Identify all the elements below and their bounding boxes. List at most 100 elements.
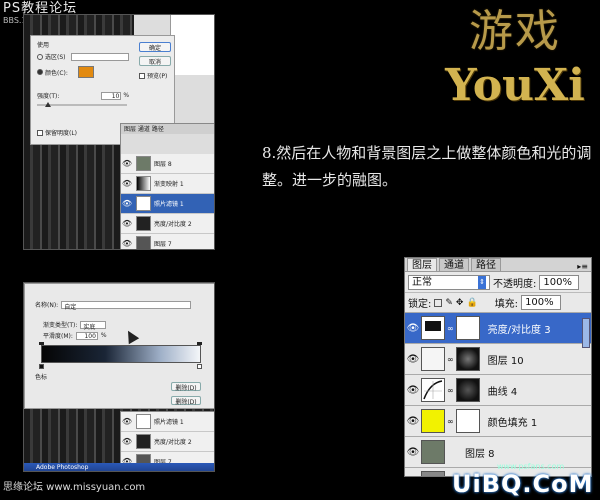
layer-row[interactable]: 👁 亮度/对比度 2 — [121, 432, 214, 452]
taskbar[interactable]: Adobe Photoshop — [24, 463, 214, 471]
filter-option[interactable]: 选区(S) — [37, 52, 129, 61]
panel-menu-icon[interactable]: ▸≡ — [577, 262, 591, 271]
smooth-unit: % — [100, 332, 107, 339]
smooth-input[interactable]: 100 — [75, 331, 98, 340]
lock-all-icon[interactable]: 🔒 — [466, 298, 477, 308]
fill-label: 填充: — [494, 299, 519, 310]
color-option[interactable]: 颜色(C): — [37, 66, 94, 78]
use-group-label: 使用 — [37, 42, 50, 49]
keep-lum-checkbox[interactable] — [37, 129, 43, 136]
layer-row[interactable]: 👁 渐变映射 1 — [121, 174, 214, 194]
filter-select[interactable] — [70, 52, 129, 61]
link-icon[interactable]: ∞ — [447, 386, 454, 395]
adjustment-thumb-icon — [421, 316, 445, 340]
color-option-label: 颜色(C): — [45, 69, 68, 77]
layer-mask-thumb[interactable] — [455, 409, 480, 433]
layers-panel: 图层 通道 路径 ▸≡ 正常 ⇕ 不透明度: 100% 锁定: ✎ ✥ 🔒 填充:… — [404, 257, 592, 477]
color-swatch[interactable] — [77, 66, 94, 78]
youxi-logo: 游戏 YouXi — [430, 6, 600, 126]
tab-layers[interactable]: 图层 — [407, 258, 437, 271]
layer-row[interactable]: 👁 图层 8 — [121, 154, 214, 174]
opacity-input[interactable]: 100% — [539, 274, 580, 290]
eye-icon[interactable]: 👁 — [405, 416, 421, 427]
layer-thumb — [136, 236, 151, 249]
layer-row[interactable]: 👁 ∞ 曲线 4 — [405, 374, 591, 405]
eye-icon[interactable]: 👁 — [405, 447, 421, 458]
color-radio[interactable] — [37, 69, 43, 75]
eye-icon[interactable]: 👁 — [121, 198, 133, 210]
delete-button[interactable]: 删除(D) — [171, 382, 201, 392]
keep-lum-option[interactable]: 保留明度(L) — [37, 128, 77, 137]
slider-handle[interactable] — [45, 102, 51, 107]
strength-input[interactable]: 10 — [101, 91, 122, 100]
eye-icon[interactable]: 👁 — [121, 238, 133, 250]
type-select[interactable]: 实底 — [80, 320, 107, 331]
strength-row: 强度(T): 10 % — [37, 91, 129, 100]
step-instruction: 8.然后在人物和背景图层之上做整体颜色和光的调整。进一步的融图。 — [262, 144, 592, 189]
link-icon[interactable]: ∞ — [447, 324, 454, 333]
eye-icon[interactable]: 👁 — [405, 354, 421, 365]
layer-thumb — [421, 471, 445, 476]
layer-mask-thumb[interactable] — [455, 378, 480, 402]
color-stop-left[interactable] — [39, 364, 44, 369]
lock-paint-icon[interactable]: ✎ — [445, 298, 453, 308]
layer-row[interactable]: 👁 照片滤镜 1 — [121, 194, 214, 214]
strength-unit: % — [123, 92, 130, 99]
layer-name: 渐变映射 1 — [154, 181, 184, 188]
lock-transparent-icon[interactable] — [434, 298, 443, 307]
eye-icon[interactable]: 👁 — [121, 178, 133, 190]
ok-button[interactable]: 确定 — [139, 42, 171, 52]
scrollbar-thumb[interactable] — [582, 318, 590, 348]
eye-icon[interactable]: 👁 — [405, 385, 421, 396]
preview-checkbox[interactable] — [139, 72, 145, 79]
layer-row[interactable]: 👁 ∞ 图层 10 — [405, 343, 591, 374]
eye-icon[interactable]: 👁 — [121, 158, 133, 170]
cursor-icon — [122, 327, 140, 345]
blend-mode-select[interactable]: 正常 ⇕ — [408, 274, 490, 290]
layer-name: 亮度/对比度 2 — [154, 439, 192, 446]
filter-radio[interactable] — [37, 53, 43, 60]
layer-name: 图层 8 — [465, 448, 495, 460]
layer-row[interactable]: 👁 亮度/对比度 2 — [121, 214, 214, 234]
tab-paths[interactable]: 路径 — [471, 258, 501, 271]
layer-thumb — [136, 216, 151, 231]
opacity-stop-right[interactable] — [197, 342, 202, 345]
layer-row[interactable]: 👁 照片滤镜 1 — [121, 412, 214, 432]
layer-row[interactable]: 👁 ∞ 颜色填充 1 — [405, 405, 591, 436]
swatches-panel — [170, 15, 214, 75]
gradient-bar[interactable] — [41, 345, 201, 363]
layer-row[interactable]: 👁 图层 7 — [121, 234, 214, 250]
layer-mask-thumb[interactable] — [455, 316, 480, 340]
opacity-stop-left[interactable] — [39, 342, 44, 345]
layer-name: 颜色填充 1 — [487, 417, 538, 429]
shot1-options-bar — [121, 134, 214, 154]
preview-option[interactable]: 预览(P) — [139, 71, 167, 80]
opacity-label: 不透明度: — [493, 278, 537, 290]
shot2-layers-panel: 👁照片滤镜 1 👁亮度/对比度 2 👁图层 7 — [120, 411, 214, 471]
blend-row: 正常 ⇕ 不透明度: 100% — [405, 272, 591, 292]
layer-row[interactable]: 👁 ∞ 亮度/对比度 3 — [405, 312, 591, 343]
screenshot-photo-filter: 使用 选区(S) 颜色(C): 强度(T): 10 % 保留明度(L) 确定 取… — [23, 14, 215, 250]
lock-row: 锁定: ✎ ✥ 🔒 填充: 100% — [405, 292, 591, 312]
cancel-button[interactable]: 取消 — [139, 56, 171, 66]
fill-input[interactable]: 100% — [521, 295, 562, 310]
layer-thumb — [136, 156, 151, 171]
eye-icon[interactable]: 👁 — [405, 323, 421, 334]
layer-mask-thumb[interactable] — [455, 347, 480, 371]
lock-move-icon[interactable]: ✥ — [456, 298, 464, 308]
eye-icon[interactable]: 👁 — [121, 416, 133, 428]
name-input[interactable]: 自定 — [61, 300, 192, 311]
blend-mode-value: 正常 — [412, 276, 432, 288]
color-stop-right[interactable] — [197, 364, 202, 369]
link-icon[interactable]: ∞ — [447, 417, 454, 426]
link-icon[interactable]: ∞ — [447, 355, 454, 364]
smooth-row: 平滑度(M): 100 % — [43, 331, 107, 340]
eye-icon[interactable]: 👁 — [121, 436, 133, 448]
tab-channels[interactable]: 通道 — [439, 258, 469, 271]
type-label: 渐变类型(T): — [43, 322, 78, 329]
screenshot-gradient-editor: 名称(N): 自定 渐变类型(T): 实底 平滑度(M): 100 % 色标 删… — [23, 282, 215, 472]
logo-english: YouXi — [445, 60, 585, 111]
smooth-label: 平滑度(M): — [43, 333, 73, 340]
eye-icon[interactable]: 👁 — [121, 218, 133, 230]
delete-button-2[interactable]: 删除(D) — [171, 396, 201, 406]
